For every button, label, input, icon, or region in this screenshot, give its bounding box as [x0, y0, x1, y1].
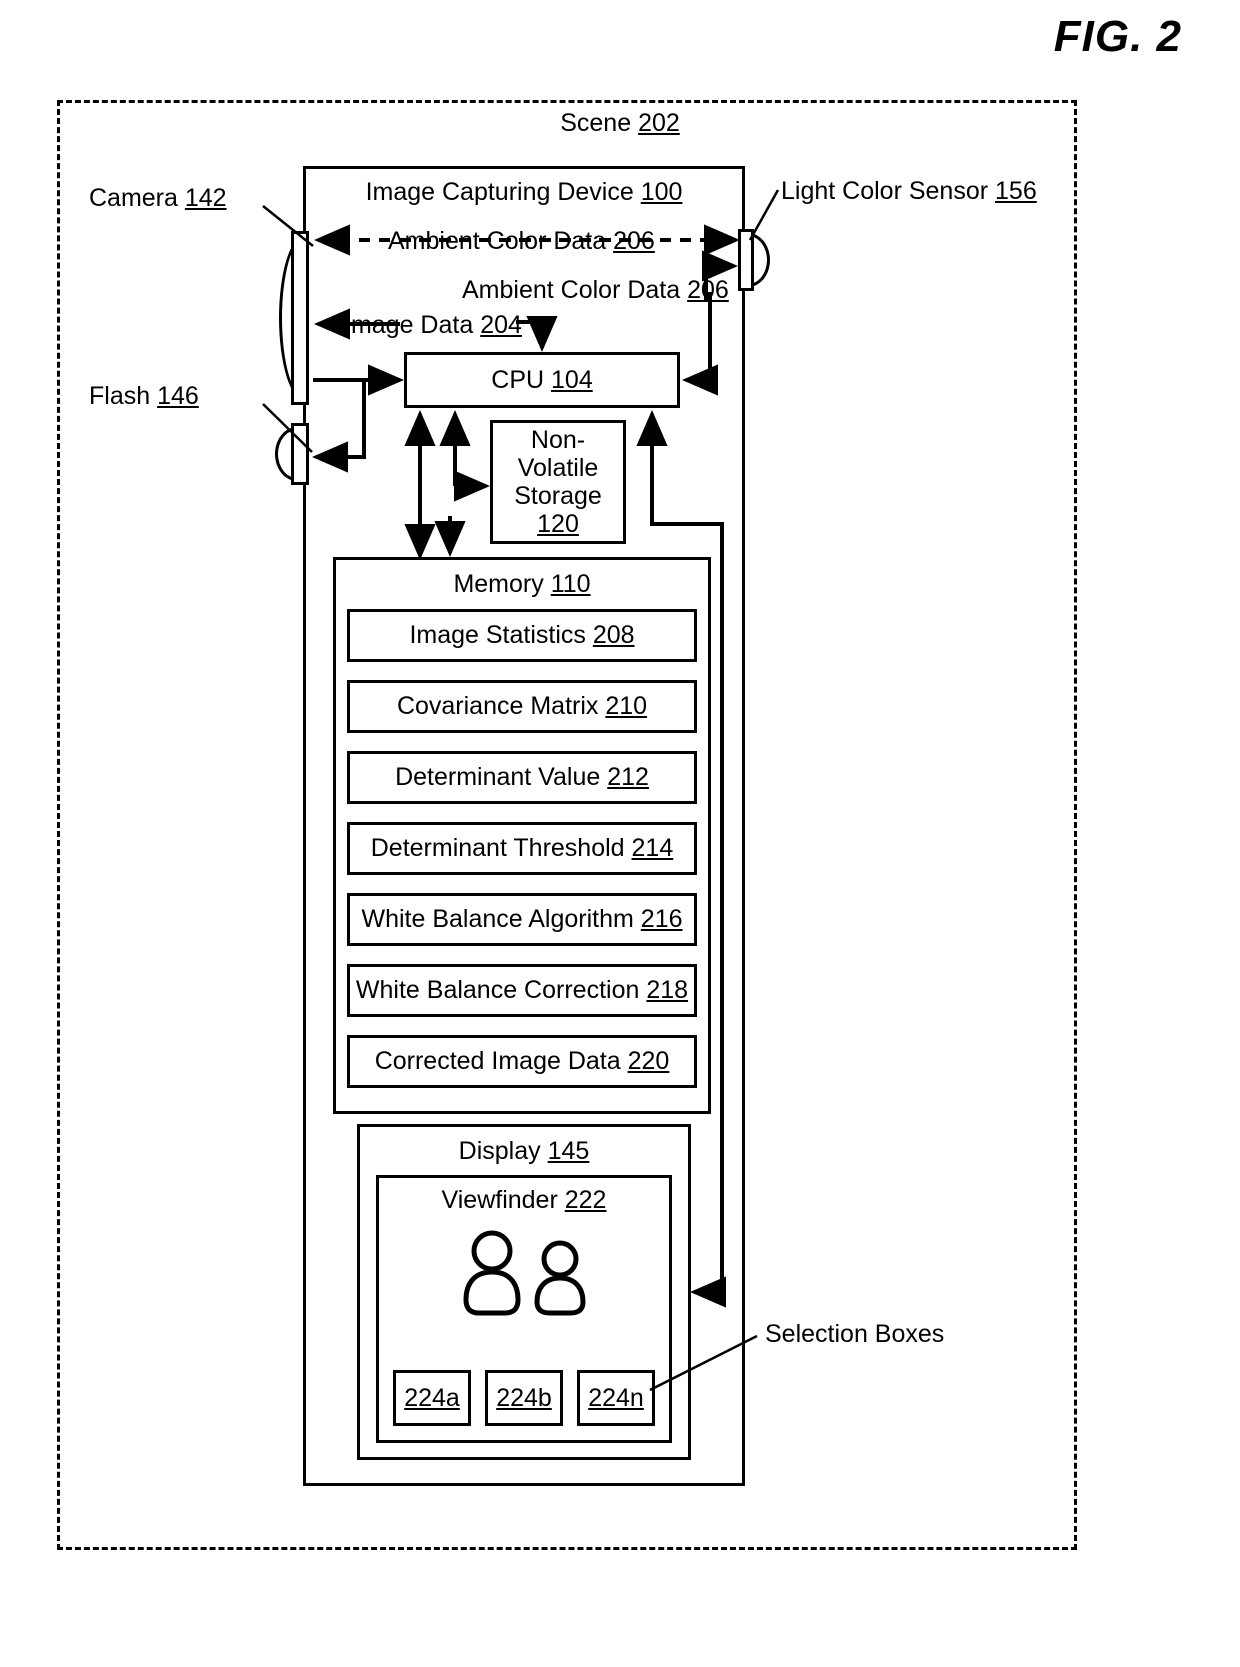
memory-item: Determinant Value 212 — [347, 751, 697, 804]
acd-top-text: Ambient Color Data — [388, 227, 607, 255]
camera-callout-label: Camera 142 — [89, 184, 227, 213]
person-silhouette-icon-left — [463, 1230, 521, 1316]
cpu-label-ref: 104 — [551, 365, 593, 394]
patent-figure-page: FIG. 2 Scene 202 Image Capturing Device … — [0, 0, 1240, 1667]
nvs-line-2: Volatile — [517, 454, 599, 482]
memory-item-text: Covariance Matrix — [396, 692, 599, 720]
light-color-sensor-callout-label: Light Color Sensor 156 — [781, 177, 1037, 206]
light-sensor-body-icon — [738, 229, 754, 291]
selection-box[interactable]: 224a — [393, 1370, 471, 1426]
memory-item: Determinant Threshold 214 — [347, 822, 697, 875]
figure-title: FIG. 2 — [1053, 12, 1182, 61]
cpu-label-text: CPU — [491, 365, 545, 394]
display-label-text: Display — [458, 1137, 541, 1165]
scene-label-text: Scene — [560, 109, 632, 137]
memory-item: Covariance Matrix 210 — [347, 680, 697, 733]
ambient-color-data-mid-label: Ambient Color Data 206 — [459, 276, 732, 305]
flash-body-icon — [291, 423, 309, 485]
memory-label-text: Memory — [453, 570, 544, 598]
flash-callout-text: Flash — [89, 382, 151, 410]
memory-item-ref: 208 — [592, 621, 635, 649]
memory-item-text: Determinant Threshold — [370, 834, 625, 862]
acd-mid-text: Ambient Color Data — [462, 276, 681, 304]
device-label-text: Image Capturing Device — [365, 178, 634, 206]
selection-box[interactable]: 224n — [577, 1370, 655, 1426]
memory-item: Image Statistics 208 — [347, 609, 697, 662]
memory-item: White Balance Correction 218 — [347, 964, 697, 1017]
memory-item-ref: 214 — [631, 834, 674, 862]
memory-item: White Balance Algorithm 216 — [347, 893, 697, 946]
flash-callout-ref: 146 — [157, 382, 199, 410]
selection-boxes-row: 224a 224b 224n — [393, 1370, 655, 1426]
scene-label: Scene 202 — [0, 109, 1240, 138]
cpu-label: CPU 104 — [491, 366, 592, 395]
nvs-line-1: Non- — [530, 426, 586, 454]
person-silhouette-icon-right — [534, 1240, 586, 1316]
image-data-label: Image Data 204 — [342, 311, 524, 340]
image-data-text: Image Data — [344, 311, 474, 339]
memory-item-text: Determinant Value — [395, 763, 601, 791]
acd-top-ref: 206 — [613, 227, 655, 255]
memory-item-ref: 218 — [646, 976, 689, 1004]
non-volatile-storage-block: Non- Volatile Storage 120 — [490, 420, 626, 544]
memory-item-text: Corrected Image Data — [374, 1047, 621, 1075]
camera-body-icon — [291, 231, 309, 405]
memory-item-ref: 220 — [627, 1047, 670, 1075]
viewfinder-label-text: Viewfinder — [441, 1186, 558, 1214]
viewfinder-label-ref: 222 — [564, 1186, 607, 1214]
acd-mid-ref: 206 — [687, 276, 729, 304]
memory-item-ref: 210 — [605, 692, 648, 720]
device-label-ref: 100 — [640, 178, 683, 206]
memory-item-text: White Balance Algorithm — [361, 905, 634, 933]
viewfinder-label: Viewfinder 222 — [379, 1186, 669, 1215]
selection-box-ref: 224b — [496, 1383, 552, 1412]
memory-item: Corrected Image Data 220 — [347, 1035, 697, 1088]
camera-callout-ref: 142 — [184, 184, 227, 212]
memory-item-text: White Balance Correction — [355, 976, 640, 1004]
image-data-ref: 204 — [480, 311, 522, 339]
viewfinder-subjects — [379, 1230, 669, 1316]
memory-label: Memory 110 — [336, 570, 708, 599]
memory-item-ref: 216 — [640, 905, 683, 933]
viewfinder-block: Viewfinder 222 224a 224b 224n — [376, 1175, 672, 1443]
camera-callout-text: Camera — [89, 184, 178, 212]
memory-item-list: Image Statistics 208 Covariance Matrix 2… — [347, 609, 697, 1106]
selection-box-ref: 224n — [588, 1383, 644, 1412]
memory-item-text: Image Statistics — [409, 621, 586, 649]
scene-label-ref: 202 — [638, 109, 680, 137]
display-block: Display 145 Viewfinder 222 224a 224b 224… — [357, 1124, 691, 1460]
image-capturing-device-label: Image Capturing Device 100 — [303, 178, 745, 207]
cpu-block: CPU 104 — [404, 352, 680, 408]
display-label: Display 145 — [360, 1137, 688, 1166]
lcs-callout-text: Light Color Sensor — [781, 177, 989, 205]
selection-box-ref: 224a — [404, 1383, 460, 1412]
nvs-label-ref: 120 — [537, 510, 579, 538]
memory-item-ref: 212 — [607, 763, 649, 791]
memory-block: Memory 110 Image Statistics 208 Covarian… — [333, 557, 711, 1114]
memory-label-ref: 110 — [550, 570, 591, 598]
ambient-color-data-top-label: Ambient Color Data 206 — [385, 227, 658, 256]
selection-boxes-callout-label: Selection Boxes — [765, 1320, 945, 1348]
selection-box[interactable]: 224b — [485, 1370, 563, 1426]
flash-callout-label: Flash 146 — [89, 382, 199, 411]
lcs-callout-ref: 156 — [995, 177, 1037, 205]
display-label-ref: 145 — [547, 1137, 590, 1165]
nvs-line-3: Storage — [514, 482, 602, 510]
